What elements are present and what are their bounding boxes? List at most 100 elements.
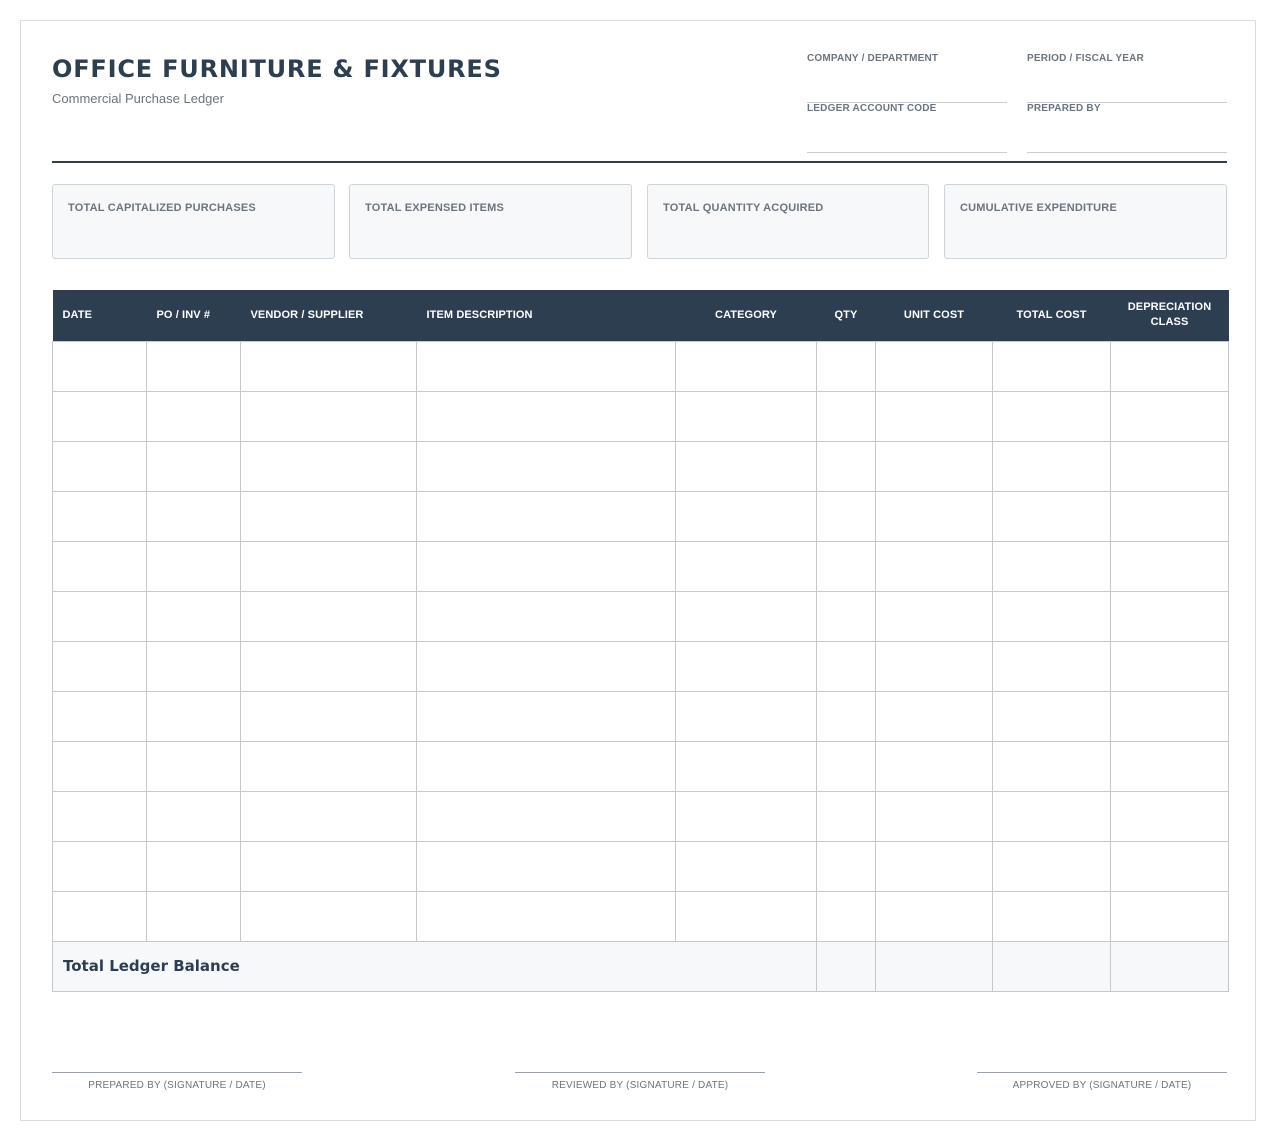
table-cell[interactable] <box>240 690 417 742</box>
table-cell[interactable] <box>240 840 417 892</box>
table-cell[interactable] <box>52 390 147 442</box>
table-cell[interactable] <box>816 490 876 542</box>
table-cell[interactable] <box>52 640 147 692</box>
table-cell[interactable] <box>816 590 876 642</box>
table-cell[interactable] <box>675 690 817 742</box>
table-cell[interactable] <box>816 840 876 892</box>
table-cell[interactable] <box>816 640 876 692</box>
table-cell[interactable] <box>52 690 147 742</box>
table-cell[interactable] <box>146 440 241 492</box>
table-cell[interactable] <box>675 640 817 692</box>
table-cell[interactable] <box>416 640 676 692</box>
table-cell[interactable] <box>416 740 676 792</box>
table-cell[interactable] <box>675 740 817 792</box>
table-cell[interactable] <box>1110 790 1229 842</box>
table-cell[interactable] <box>1110 890 1229 942</box>
table-cell[interactable] <box>992 640 1111 692</box>
total-cost-cell[interactable] <box>992 940 1111 992</box>
table-cell[interactable] <box>992 840 1111 892</box>
table-cell[interactable] <box>675 790 817 842</box>
table-cell[interactable] <box>1110 590 1229 642</box>
table-cell[interactable] <box>1110 840 1229 892</box>
table-cell[interactable] <box>146 640 241 692</box>
table-cell[interactable] <box>416 890 676 942</box>
table-cell[interactable] <box>1110 490 1229 542</box>
table-cell[interactable] <box>240 740 417 792</box>
table-cell[interactable] <box>1110 690 1229 742</box>
table-cell[interactable] <box>52 740 147 792</box>
company-department-field[interactable]: COMPANY / DEPARTMENT <box>807 53 1007 103</box>
table-cell[interactable] <box>146 490 241 542</box>
table-cell[interactable] <box>675 890 817 942</box>
table-cell[interactable] <box>992 590 1111 642</box>
summary-expensed-items[interactable]: TOTAL EXPENSED ITEMS <box>349 184 632 259</box>
table-cell[interactable] <box>52 840 147 892</box>
table-cell[interactable] <box>416 390 676 442</box>
table-cell[interactable] <box>816 890 876 942</box>
table-cell[interactable] <box>52 440 147 492</box>
table-cell[interactable] <box>675 840 817 892</box>
table-cell[interactable] <box>816 340 876 392</box>
table-cell[interactable] <box>675 590 817 642</box>
table-cell[interactable] <box>875 890 993 942</box>
table-cell[interactable] <box>146 540 241 592</box>
total-unit-cost-cell[interactable] <box>875 940 993 992</box>
table-cell[interactable] <box>675 440 817 492</box>
table-cell[interactable] <box>1110 390 1229 442</box>
table-cell[interactable] <box>52 590 147 642</box>
table-cell[interactable] <box>875 390 993 442</box>
table-cell[interactable] <box>875 640 993 692</box>
table-cell[interactable] <box>992 790 1111 842</box>
table-cell[interactable] <box>416 440 676 492</box>
table-cell[interactable] <box>992 540 1111 592</box>
table-cell[interactable] <box>816 740 876 792</box>
table-cell[interactable] <box>240 590 417 642</box>
table-cell[interactable] <box>416 340 676 392</box>
table-cell[interactable] <box>52 890 147 942</box>
table-cell[interactable] <box>675 340 817 392</box>
table-cell[interactable] <box>1110 440 1229 492</box>
table-cell[interactable] <box>875 440 993 492</box>
table-cell[interactable] <box>875 590 993 642</box>
summary-cumulative-expenditure[interactable]: CUMULATIVE EXPENDITURE <box>944 184 1227 259</box>
table-cell[interactable] <box>875 540 993 592</box>
summary-capitalized-purchases[interactable]: TOTAL CAPITALIZED PURCHASES <box>52 184 335 259</box>
prepared-by-field[interactable]: PREPARED BY <box>1027 103 1227 153</box>
table-cell[interactable] <box>875 690 993 742</box>
table-cell[interactable] <box>1110 740 1229 792</box>
table-cell[interactable] <box>240 790 417 842</box>
table-cell[interactable] <box>146 840 241 892</box>
signature-prepared-by[interactable]: PREPARED BY (SIGNATURE / DATE) <box>52 1072 302 1091</box>
table-cell[interactable] <box>416 790 676 842</box>
table-cell[interactable] <box>240 390 417 442</box>
table-cell[interactable] <box>992 890 1111 942</box>
table-cell[interactable] <box>52 490 147 542</box>
table-cell[interactable] <box>675 540 817 592</box>
table-cell[interactable] <box>992 690 1111 742</box>
table-cell[interactable] <box>416 540 676 592</box>
period-fiscal-year-field[interactable]: PERIOD / FISCAL YEAR <box>1027 53 1227 103</box>
table-cell[interactable] <box>146 590 241 642</box>
table-cell[interactable] <box>146 690 241 742</box>
table-cell[interactable] <box>146 890 241 942</box>
table-cell[interactable] <box>240 340 417 392</box>
table-cell[interactable] <box>816 440 876 492</box>
total-depreciation-cell[interactable] <box>1110 940 1229 992</box>
table-cell[interactable] <box>992 740 1111 792</box>
table-cell[interactable] <box>875 490 993 542</box>
table-cell[interactable] <box>240 490 417 542</box>
table-cell[interactable] <box>1110 340 1229 392</box>
table-cell[interactable] <box>992 440 1111 492</box>
table-cell[interactable] <box>146 340 241 392</box>
table-cell[interactable] <box>816 790 876 842</box>
table-cell[interactable] <box>52 540 147 592</box>
table-cell[interactable] <box>1110 640 1229 692</box>
table-cell[interactable] <box>1110 540 1229 592</box>
table-cell[interactable] <box>416 590 676 642</box>
table-cell[interactable] <box>146 740 241 792</box>
table-cell[interactable] <box>675 390 817 442</box>
table-cell[interactable] <box>875 340 993 392</box>
table-cell[interactable] <box>240 440 417 492</box>
table-cell[interactable] <box>875 840 993 892</box>
table-cell[interactable] <box>146 390 241 442</box>
